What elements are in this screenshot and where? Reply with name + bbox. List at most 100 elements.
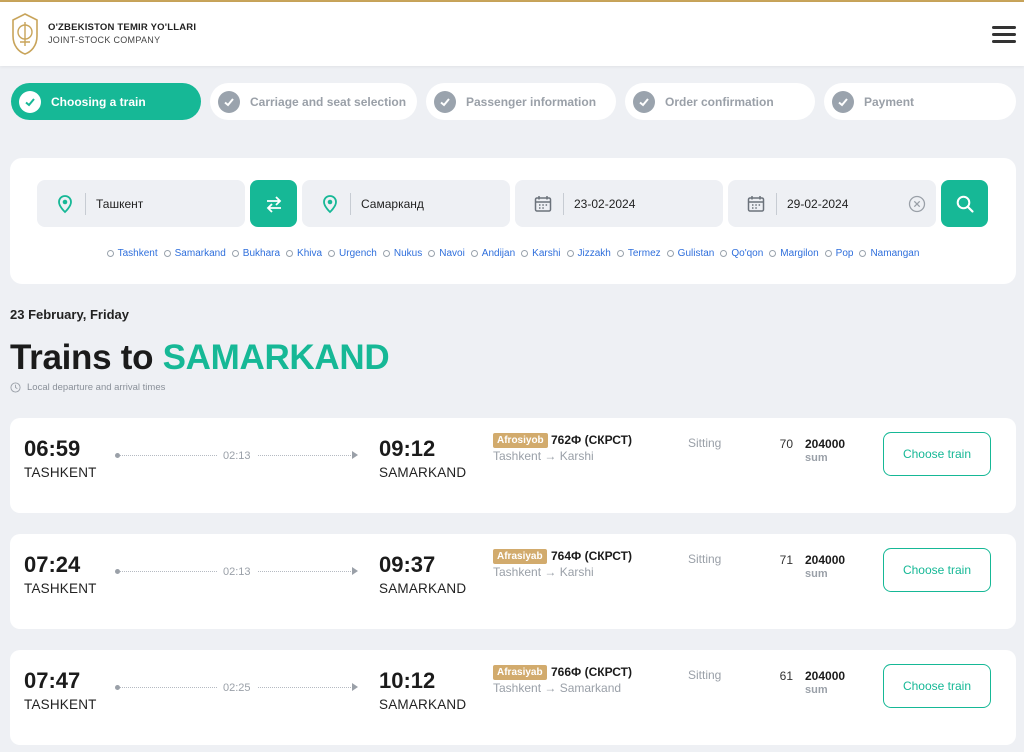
price-currency: sum <box>805 568 828 580</box>
choose-train-button[interactable]: Choose train <box>883 664 991 708</box>
city-dot-icon <box>231 250 239 257</box>
city-dot-icon <box>163 250 171 257</box>
field-separator <box>563 192 564 215</box>
journey-duration: 02:25 <box>217 682 257 694</box>
search-button[interactable] <box>941 180 988 227</box>
brand-text: O'ZBEKISTON TEMIR YO'LLARI JOINT-STOCK C… <box>48 22 196 45</box>
brand-name: O'ZBEKISTON TEMIR YO'LLARI <box>48 22 197 33</box>
journey-duration: 02:13 <box>217 450 257 462</box>
city-link[interactable]: Nukus <box>382 248 423 259</box>
check-icon <box>218 90 240 113</box>
city-link-label: Andijan <box>481 248 516 259</box>
city-dot-icon <box>521 250 529 257</box>
train-number: 764Ф (СКРСТ) <box>551 549 632 563</box>
city-link-label: Nukus <box>393 248 423 259</box>
city-link[interactable]: Margilon <box>769 248 819 259</box>
site-header: O'ZBEKISTON TEMIR YO'LLARI JOINT-STOCK C… <box>0 2 1024 66</box>
arrival-city: SAMARKAND <box>379 697 467 712</box>
railway-logo-icon[interactable] <box>10 12 40 56</box>
return-date-field[interactable]: 29-02-2024 <box>728 180 936 227</box>
city-link[interactable]: Pop <box>824 248 854 259</box>
seat-class: Sitting <box>688 668 722 682</box>
arrival-city: SAMARKAND <box>379 581 467 596</box>
brand-subtitle: JOINT-STOCK COMPANY <box>48 35 161 45</box>
city-link[interactable]: Karshi <box>521 248 561 259</box>
departure-date-field[interactable]: 23-02-2024 <box>515 180 723 227</box>
check-icon <box>633 90 655 113</box>
ticket-price: 204000 <box>805 669 846 683</box>
step-label: Passenger information <box>466 94 597 109</box>
price-currency: sum <box>805 684 828 696</box>
field-separator <box>350 192 351 215</box>
train-brand-badge: Afrasiyab <box>493 665 547 680</box>
train-route: Tashkent → Karshi <box>493 449 594 463</box>
step-choosing-train[interactable]: Choosing a train <box>11 83 201 120</box>
field-separator <box>85 192 86 215</box>
city-dot-icon <box>824 250 832 257</box>
city-link[interactable]: Gulistan <box>666 248 714 259</box>
city-link[interactable]: Bukhara <box>231 248 281 259</box>
field-separator <box>776 192 777 215</box>
city-link-label: Urgench <box>339 248 377 259</box>
city-link-label: Qo'qon <box>731 248 764 259</box>
city-link-label: Karshi <box>532 248 561 259</box>
ticket-price: 204000 <box>805 553 846 567</box>
arrival-time: 09:12 <box>379 436 436 461</box>
seat-class: Sitting <box>688 552 722 566</box>
city-link[interactable]: Termez <box>616 248 661 259</box>
city-link[interactable]: Namangan <box>859 248 919 259</box>
city-link-label: Bukhara <box>242 248 281 259</box>
city-link-label: Tashkent <box>117 248 158 259</box>
note-text: Local departure and arrival times <box>27 382 166 393</box>
step-order-confirmation[interactable]: Order confirmation <box>625 83 815 120</box>
popular-cities: Tashkent Samarkand Bukhara Khiva Urgench Nuku… <box>10 248 1016 260</box>
price-currency: sum <box>805 452 828 464</box>
from-field[interactable]: Ташкент <box>37 180 245 227</box>
train-number: 762Ф (СКРСТ) <box>551 433 632 447</box>
city-link[interactable]: Khiva <box>286 248 322 259</box>
swap-arrows-icon <box>266 195 281 213</box>
city-dot-icon <box>428 250 436 257</box>
seats-available: 70 <box>779 437 793 451</box>
train-route: Tashkent → Samarkand <box>493 681 622 695</box>
seat-class: Sitting <box>688 436 722 450</box>
city-link[interactable]: Navoi <box>428 248 465 259</box>
city-link[interactable]: Urgench <box>328 248 377 259</box>
city-dot-icon <box>769 250 777 257</box>
menu-icon[interactable] <box>992 26 1016 44</box>
city-link[interactable]: Andijan <box>470 248 516 259</box>
city-link-label: Pop <box>835 248 854 259</box>
city-link[interactable]: Samarkand <box>163 248 226 259</box>
clear-icon[interactable] <box>908 195 926 213</box>
step-payment[interactable]: Payment <box>824 83 1016 120</box>
departure-time: 06:59 <box>24 436 81 461</box>
city-link[interactable]: Jizzakh <box>566 248 611 259</box>
title-prefix: Trains to <box>10 338 163 377</box>
clock-icon <box>10 382 21 393</box>
step-carriage-seat[interactable]: Carriage and seat selection <box>210 83 417 120</box>
train-number: 766Ф (СКРСТ) <box>551 665 632 679</box>
journey-duration: 02:13 <box>217 566 257 578</box>
step-label: Carriage and seat selection <box>250 94 407 109</box>
city-link-label: Samarkand <box>174 248 226 259</box>
train-card: 07:47 TASHKENT 02:25 10:12 SAMARKAND Afr… <box>10 650 1016 745</box>
step-label: Choosing a train <box>51 94 146 109</box>
choose-train-button[interactable]: Choose train <box>883 432 991 476</box>
city-link[interactable]: Qo'qon <box>720 248 763 259</box>
seats-available: 61 <box>779 669 793 683</box>
departure-city: TASHKENT <box>24 697 97 712</box>
title-destination: SAMARKAND <box>162 338 390 377</box>
arrival-time: 10:12 <box>379 668 436 693</box>
ticket-price: 204000 <box>805 437 846 451</box>
to-field[interactable]: Самарканд <box>302 180 510 227</box>
city-link-label: Navoi <box>439 248 465 259</box>
city-dot-icon <box>328 250 336 257</box>
city-link[interactable]: Tashkent <box>106 248 158 259</box>
arrival-time: 09:37 <box>379 552 436 577</box>
departure-time: 07:24 <box>24 552 81 577</box>
step-passenger-info[interactable]: Passenger information <box>426 83 616 120</box>
swap-button[interactable] <box>250 180 297 227</box>
page-title: Trains to SAMARKAND <box>10 338 390 378</box>
choose-train-button[interactable]: Choose train <box>883 548 991 592</box>
train-brand-badge: Afrasiyab <box>493 549 547 564</box>
